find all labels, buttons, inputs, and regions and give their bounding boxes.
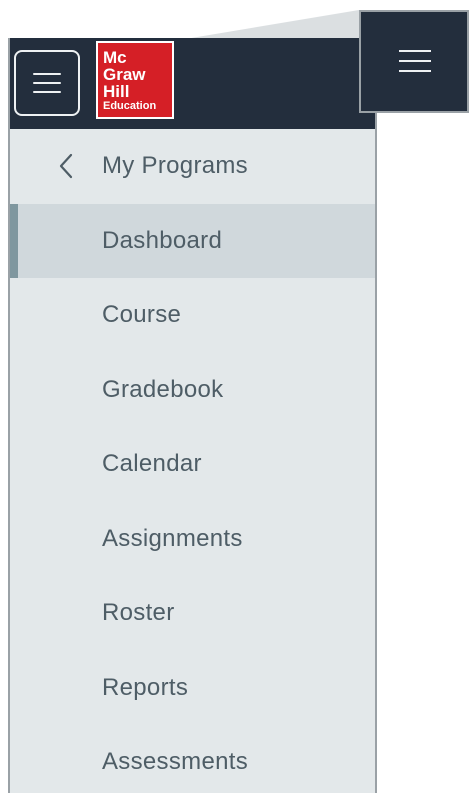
mobile-app-frame: Mc Graw Hill Education My Programs Dashb… bbox=[8, 38, 377, 793]
sidebar-item-label: Dashboard bbox=[102, 226, 223, 254]
back-label: My Programs bbox=[102, 152, 248, 180]
sidebar-navigation: My Programs Dashboard Course Gradebook C… bbox=[10, 129, 375, 793]
sidebar-item-label: Assessments bbox=[102, 748, 249, 776]
logo-text-line-3: Hill bbox=[103, 82, 130, 101]
sidebar-item-reports[interactable]: Reports bbox=[10, 651, 375, 726]
sidebar-item-label: Reports bbox=[102, 673, 189, 701]
sidebar-item-label: Calendar bbox=[102, 450, 202, 478]
top-navigation-bar: Mc Graw Hill Education bbox=[10, 38, 375, 129]
logo-text-line-1: Mc bbox=[103, 48, 127, 67]
logo-text-line-4: Education bbox=[103, 100, 157, 112]
sidebar-item-assignments[interactable]: Assignments bbox=[10, 502, 375, 577]
chevron-left-icon bbox=[59, 153, 73, 179]
sidebar-item-gradebook[interactable]: Gradebook bbox=[10, 353, 375, 428]
hamburger-menu-icon bbox=[399, 50, 431, 72]
sidebar-item-label: Assignments bbox=[102, 524, 243, 552]
screenshot-stage: Mc Graw Hill Education My Programs Dashb… bbox=[0, 0, 472, 793]
mcgraw-hill-education-logo: Mc Graw Hill Education bbox=[96, 41, 174, 119]
sidebar-item-roster[interactable]: Roster bbox=[10, 576, 375, 651]
hamburger-menu-icon bbox=[33, 73, 61, 93]
sidebar-item-dashboard[interactable]: Dashboard bbox=[10, 203, 375, 278]
sidebar-item-calendar[interactable]: Calendar bbox=[10, 427, 375, 502]
sidebar-item-assessments[interactable]: Assessments bbox=[10, 725, 375, 793]
back-to-my-programs[interactable]: My Programs bbox=[10, 129, 375, 204]
sidebar-item-label: Gradebook bbox=[102, 375, 224, 403]
sidebar-item-label: Course bbox=[102, 301, 182, 329]
zoom-callout-menu-button bbox=[359, 10, 469, 113]
sidebar-item-label: Roster bbox=[102, 599, 175, 627]
hamburger-menu-button[interactable] bbox=[14, 50, 80, 116]
logo-text-line-2: Graw bbox=[103, 65, 146, 84]
sidebar-item-course[interactable]: Course bbox=[10, 278, 375, 353]
